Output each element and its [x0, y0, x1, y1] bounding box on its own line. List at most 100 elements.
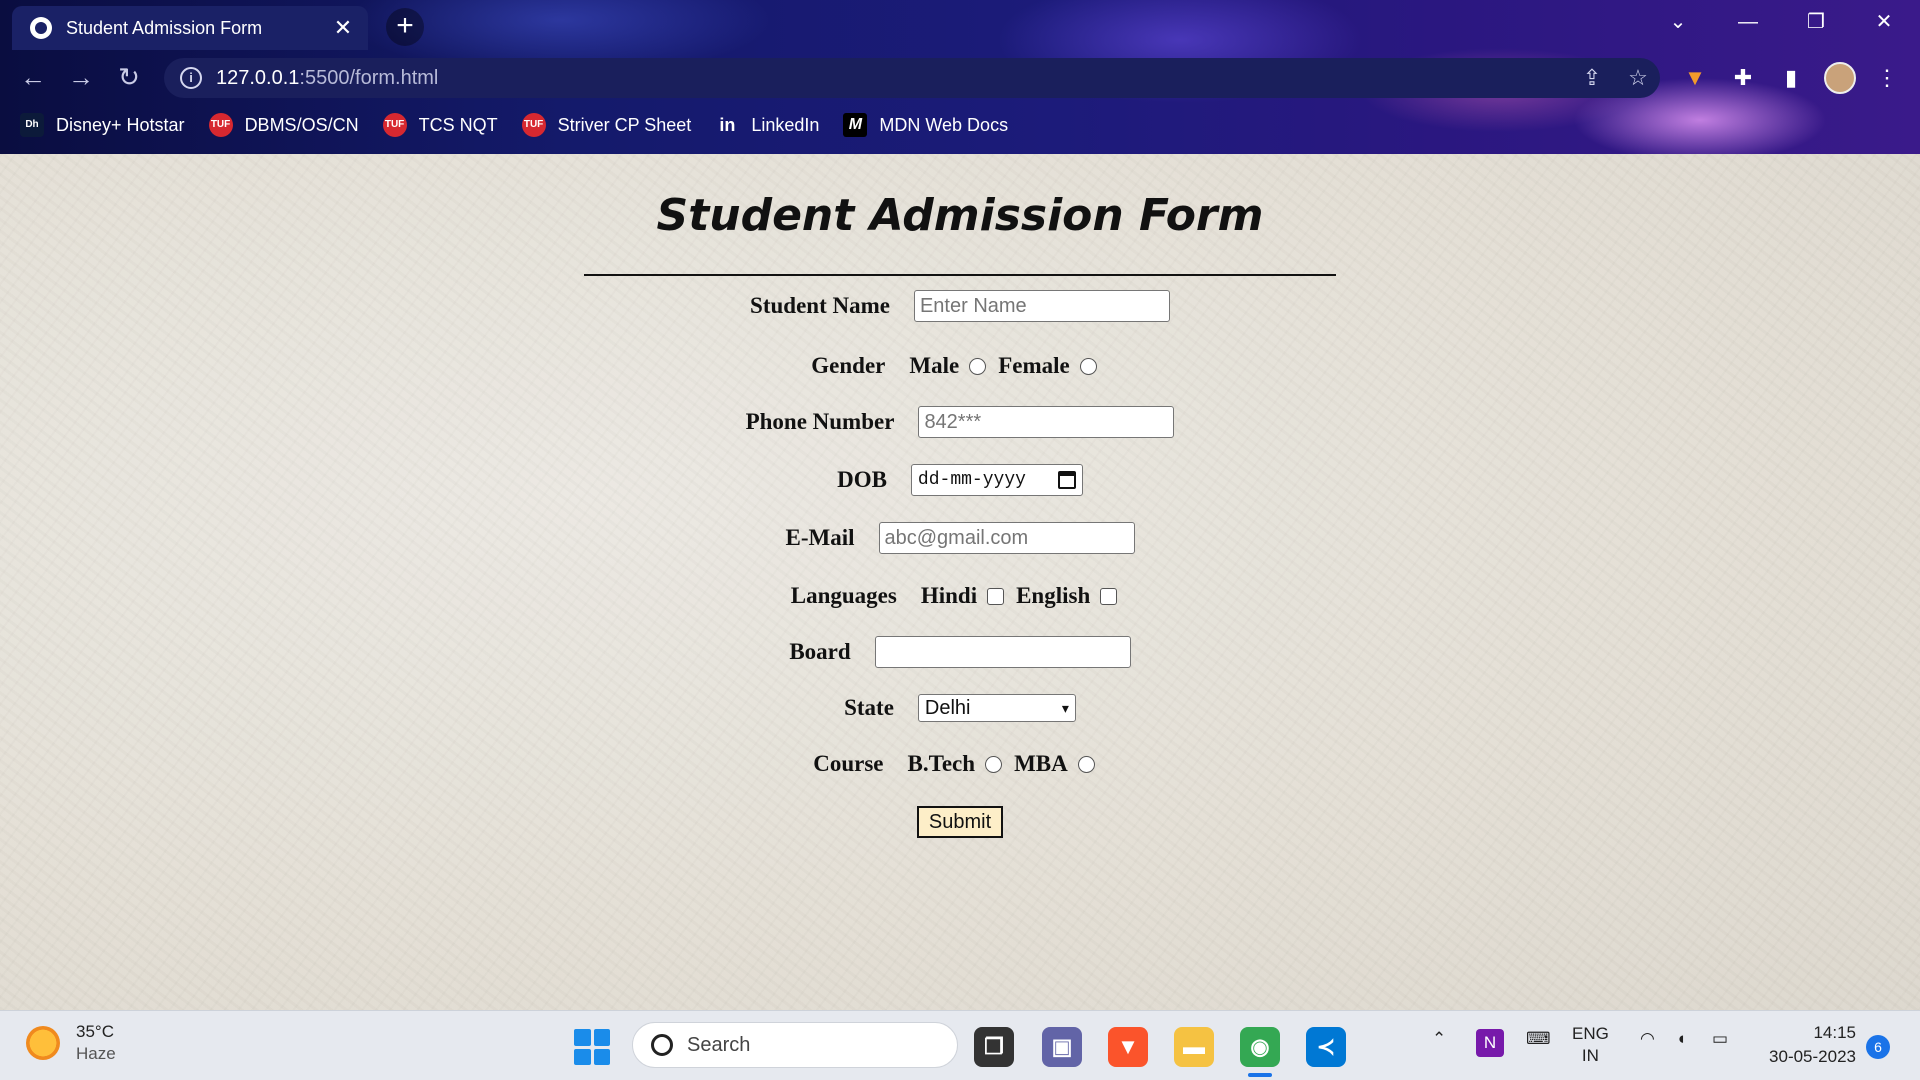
tab-close-icon[interactable]: ✕ — [330, 15, 356, 41]
gender-row: Gender Male Female — [0, 348, 1920, 384]
gender-label: Gender — [811, 353, 886, 378]
clock-time: 14:15 — [1813, 1023, 1856, 1042]
vscode-icon[interactable]: ≺ — [1306, 1027, 1346, 1067]
sun-haze-icon — [26, 1026, 60, 1060]
dob-placeholder: dd-mm-yyyy — [917, 470, 1026, 490]
phone-input[interactable] — [918, 406, 1175, 438]
task-view-icon[interactable]: ❐ — [974, 1027, 1014, 1067]
clock-date: 30-05-2023 — [1769, 1047, 1856, 1066]
gender-female-radio[interactable] — [1079, 357, 1097, 375]
bookmark-label: Striver CP Sheet — [557, 114, 692, 135]
languages-row: Languages Hindi English — [0, 578, 1920, 614]
new-tab-button[interactable]: + — [386, 8, 424, 46]
bookmark-striver-cp-sheet[interactable]: TUF Striver CP Sheet — [521, 113, 692, 137]
state-label: State — [844, 695, 894, 720]
language-top: ENG — [1572, 1024, 1609, 1043]
restore-button[interactable]: ❐ — [1782, 0, 1850, 44]
tuf-icon: TUF — [521, 113, 546, 137]
chevron-up-icon[interactable]: ⌃ — [1432, 1029, 1446, 1049]
gender-option-female-label: Female — [998, 353, 1070, 378]
reload-icon[interactable]: ↻ — [112, 60, 146, 94]
phone-label: Phone Number — [745, 409, 895, 434]
windows-start-icon[interactable] — [574, 1029, 610, 1065]
gender-option-male-label: Male — [909, 353, 960, 378]
language-hindi-checkbox[interactable] — [987, 587, 1005, 605]
battery-icon[interactable]: ▭ — [1712, 1029, 1728, 1049]
weather-widget[interactable]: 35°C Haze — [26, 1021, 116, 1065]
state-select[interactable]: Delhi ▾ — [917, 694, 1076, 722]
course-option-mba-label: MBA — [1014, 751, 1068, 776]
title-divider — [584, 274, 1336, 276]
globe-icon — [30, 17, 52, 39]
course-mba-radio[interactable] — [1077, 755, 1095, 773]
student-name-row: Student Name — [0, 288, 1920, 324]
tab-student-admission-form[interactable]: Student Admission Form ✕ — [12, 6, 368, 50]
search-icon — [651, 1034, 673, 1056]
volume-icon[interactable]: ◖ — [1676, 1029, 1686, 1049]
course-option-btech-label: B.Tech — [907, 751, 976, 776]
taskbar-search-box[interactable]: Search — [632, 1022, 958, 1068]
board-label: Board — [789, 639, 851, 664]
language-bottom: IN — [1581, 1046, 1599, 1065]
email-label: E-Mail — [785, 525, 855, 550]
linkedin-icon: in — [719, 115, 736, 135]
language-english-checkbox[interactable] — [1100, 587, 1118, 605]
state-row: State Delhi ▾ — [0, 690, 1920, 726]
dob-label: DOB — [837, 467, 887, 492]
email-row: E-Mail — [0, 520, 1920, 556]
course-label: Course — [813, 751, 884, 776]
profile-avatar[interactable] — [1824, 62, 1856, 94]
language-option-english-label: English — [1016, 583, 1091, 608]
languages-label: Languages — [790, 583, 897, 608]
language-indicator[interactable]: ENG IN — [1572, 1023, 1609, 1067]
address-bar[interactable]: i 127.0.0.1:5500/form.html ⇪ ☆ — [164, 58, 1660, 98]
tuf-icon: TUF — [208, 113, 233, 137]
calendar-icon[interactable] — [1057, 471, 1076, 489]
bookmark-dbms-os-cn[interactable]: TUF DBMS/OS/CN — [208, 113, 359, 137]
gender-male-radio[interactable] — [969, 357, 987, 375]
weather-condition: Haze — [76, 1044, 116, 1063]
side-panel-icon[interactable]: ▮ — [1776, 63, 1806, 93]
tab-title: Student Admission Form — [66, 17, 263, 38]
keyboard-icon[interactable]: ⌨ — [1526, 1029, 1551, 1049]
bookmark-disney-hotstar[interactable]: Dh Disney+ Hotstar — [20, 113, 185, 137]
board-input[interactable] — [874, 636, 1131, 668]
bookmark-star-icon[interactable]: ☆ — [1624, 64, 1652, 92]
browser-toolbar: ← → ↻ i 127.0.0.1:5500/form.html ⇪ ☆ ▼ ✚… — [0, 54, 1920, 100]
bookmark-label: Disney+ Hotstar — [56, 114, 185, 135]
tab-search-chevron-icon[interactable]: ⌄ — [1644, 0, 1712, 44]
brave-browser-icon[interactable]: ▼ — [1108, 1027, 1148, 1067]
extensions-puzzle-icon[interactable]: ✚ — [1728, 63, 1758, 93]
weather-temperature: 35°C — [76, 1022, 114, 1041]
hotstar-icon: Dh — [20, 113, 44, 137]
email-input[interactable] — [878, 522, 1135, 554]
file-explorer-icon[interactable]: ▬ — [1174, 1027, 1214, 1067]
close-window-button[interactable]: ✕ — [1850, 0, 1918, 44]
bookmark-linkedin[interactable]: in LinkedIn — [715, 113, 819, 137]
dob-row: DOB dd-mm-yyyy — [0, 462, 1920, 498]
submit-button[interactable]: Submit — [917, 806, 1003, 838]
system-clock[interactable]: 14:15 30-05-2023 — [1760, 1021, 1856, 1069]
course-btech-radio[interactable] — [985, 755, 1003, 773]
chrome-browser-icon[interactable]: ◉ — [1240, 1027, 1280, 1077]
bookmark-label: MDN Web Docs — [879, 114, 1009, 135]
kebab-menu-icon[interactable]: ⋮ — [1872, 63, 1902, 93]
dob-date-input[interactable]: dd-mm-yyyy — [910, 464, 1083, 496]
bookmark-tcs-nqt[interactable]: TUF TCS NQT — [382, 113, 498, 137]
wifi-icon[interactable]: ◠ — [1640, 1029, 1655, 1049]
phone-row: Phone Number — [0, 404, 1920, 440]
bookmark-mdn-web-docs[interactable]: M MDN Web Docs — [843, 113, 1008, 137]
student-name-input[interactable] — [913, 290, 1170, 322]
teams-chat-icon[interactable]: ▣ — [1042, 1027, 1082, 1067]
minimize-button[interactable]: — — [1714, 0, 1782, 44]
back-arrow-icon[interactable]: ← — [16, 60, 50, 94]
share-icon[interactable]: ⇪ — [1578, 64, 1606, 92]
language-option-hindi-label: Hindi — [920, 583, 978, 608]
onenote-icon[interactable]: N — [1476, 1029, 1504, 1057]
forward-arrow-icon[interactable]: → — [64, 60, 98, 94]
metamask-fox-icon[interactable]: ▼ — [1680, 63, 1710, 93]
tuf-icon: TUF — [382, 113, 407, 137]
submit-row: Submit — [0, 804, 1920, 840]
notification-badge[interactable]: 6 — [1866, 1035, 1890, 1059]
site-info-icon[interactable]: i — [180, 67, 202, 89]
